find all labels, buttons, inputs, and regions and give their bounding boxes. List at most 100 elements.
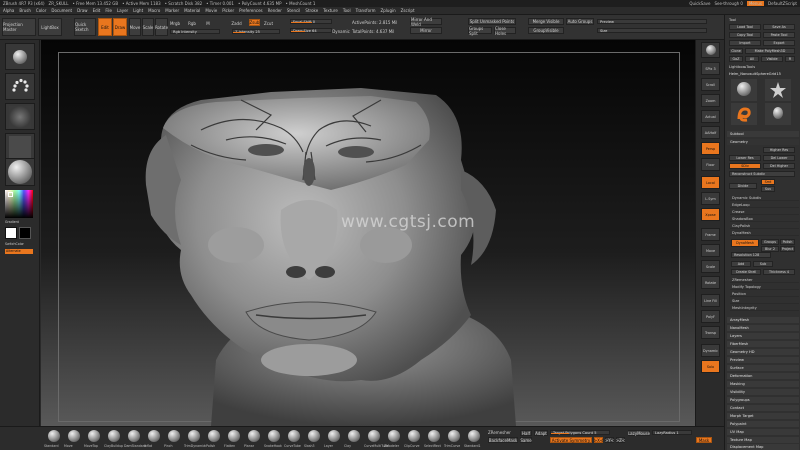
goz-button[interactable]: GoZ	[729, 56, 743, 62]
import-button[interactable]: Import	[729, 40, 761, 46]
split-unmasked-button[interactable]: Split Unmasked Points	[468, 18, 516, 25]
menu-draw[interactable]: Draw	[77, 8, 87, 13]
lazy-radius-slider[interactable]: LazyRadius 1	[652, 430, 692, 435]
brush-16-icon[interactable]	[368, 430, 380, 442]
brush-14-icon[interactable]	[328, 430, 340, 442]
displacement-map-section[interactable]: Displacement Map	[727, 444, 799, 450]
m-button[interactable]: M	[205, 20, 211, 26]
brush-4-icon[interactable]	[128, 430, 140, 442]
sub-button[interactable]: Sub	[753, 261, 773, 267]
canvas-viewport[interactable]: www.cgtsj.com	[41, 40, 695, 426]
lazy-mouse-button[interactable]: LazyMouse	[628, 430, 650, 436]
menu-picker[interactable]: Picker	[222, 8, 234, 13]
divide-button[interactable]: Divide	[729, 183, 757, 189]
brush-9-icon[interactable]	[228, 430, 240, 442]
menu-marker[interactable]: Marker	[165, 8, 179, 13]
sym-x-toggle[interactable]: >X<	[594, 437, 603, 443]
sdiv-slider[interactable]: SDiv	[729, 163, 761, 169]
dynamic-toggle[interactable]: Dynamic	[332, 28, 350, 34]
menu-stroke[interactable]: Stroke	[305, 8, 318, 13]
actual-button[interactable]: Actual	[701, 110, 720, 123]
tool-palette-title[interactable]: Tool	[729, 17, 736, 23]
scroll-button[interactable]: Scroll	[701, 78, 720, 91]
brush-6-icon[interactable]	[168, 430, 180, 442]
mask-button[interactable]: Mask	[696, 437, 712, 443]
polyf-button[interactable]: PolyF	[701, 310, 720, 323]
brush-20-icon[interactable]	[448, 430, 460, 442]
contact-section[interactable]: Contact	[727, 405, 799, 411]
close-holes-button[interactable]: Close Holes	[494, 26, 516, 36]
add-button[interactable]: Add	[731, 261, 751, 267]
paste-tool-button[interactable]: Paste Tool	[763, 32, 795, 38]
masking-section[interactable]: Masking	[727, 381, 799, 387]
move-mode-button[interactable]: Move	[129, 18, 141, 36]
alternate-button[interactable]: Alternate	[5, 249, 33, 254]
create-shell-button[interactable]: Create Shell	[731, 269, 761, 275]
menu-file[interactable]: File	[105, 8, 112, 13]
brush-21-icon[interactable]	[468, 430, 480, 442]
claypolish-section[interactable]: ClayPolish	[730, 223, 799, 229]
solo-button[interactable]: Solo	[701, 360, 720, 373]
tool-thumb-figure[interactable]	[765, 103, 791, 125]
transp-button[interactable]: Transp	[701, 326, 720, 339]
lightbox-button[interactable]: LightBox	[38, 18, 62, 36]
half-button[interactable]: Half	[520, 430, 532, 436]
export-button[interactable]: Export	[763, 40, 795, 46]
menu-layer[interactable]: Layer	[117, 8, 128, 13]
menu-material[interactable]: Material	[184, 8, 200, 13]
zcut-button[interactable]: Zcut	[264, 20, 273, 26]
brush-10-icon[interactable]	[248, 430, 260, 442]
gradient-label[interactable]: Gradient	[5, 220, 33, 224]
texture-thumbnail[interactable]	[5, 133, 35, 160]
brush-2-icon[interactable]	[88, 430, 100, 442]
local-button[interactable]: Local	[701, 176, 720, 189]
menu-brush[interactable]: Brush	[19, 8, 31, 13]
menu-texture[interactable]: Texture	[323, 8, 338, 13]
visible-button[interactable]: Visible	[761, 56, 783, 62]
layers-section[interactable]: Layers	[727, 333, 799, 339]
brush-thumbnail[interactable]	[5, 43, 35, 70]
copy-tool-button[interactable]: Copy Tool	[729, 32, 761, 38]
menu-zplugin[interactable]: Zplugin	[381, 8, 396, 13]
brush-0-icon[interactable]	[48, 430, 60, 442]
load-tool-button[interactable]: Load Tool	[729, 24, 761, 30]
shadowbox-section[interactable]: ShadowBox	[730, 216, 799, 222]
menu-preferences[interactable]: Preferences	[239, 8, 263, 13]
dynamesh-button[interactable]: DynaMesh	[731, 239, 759, 247]
preview-section[interactable]: Preview	[727, 357, 799, 363]
floor-button[interactable]: Floor	[701, 158, 720, 171]
lower-res-button[interactable]: Lower Res	[729, 155, 761, 161]
adapt-button[interactable]: Adapt	[534, 430, 548, 436]
brush-3-icon[interactable]	[108, 430, 120, 442]
focal-shift-slider[interactable]: Focal Shift 0	[290, 19, 332, 24]
xpose-button[interactable]: Xpose	[701, 208, 720, 221]
scale-mode-button[interactable]: Scale	[142, 18, 154, 36]
all-button[interactable]: All	[745, 56, 759, 62]
menu-render[interactable]: Render	[268, 8, 282, 13]
brush-19-icon[interactable]	[428, 430, 440, 442]
brush-17-icon[interactable]	[388, 430, 400, 442]
brush-7-icon[interactable]	[188, 430, 200, 442]
suv-toggle[interactable]: Suv	[761, 186, 775, 192]
scale-button[interactable]: Scale	[701, 260, 720, 273]
sym-z-toggle[interactable]: >Z<	[616, 437, 625, 443]
zoom-button[interactable]: Zoom	[701, 94, 720, 107]
groups-toggle[interactable]: Groups	[761, 239, 779, 245]
sym-y-toggle[interactable]: >Y<	[605, 437, 614, 443]
dynamic-button[interactable]: Dynamic	[701, 344, 720, 357]
brush-5-icon[interactable]	[148, 430, 160, 442]
menu-tool[interactable]: Tool	[343, 8, 351, 13]
menu-zscript[interactable]: Zscript	[401, 8, 415, 13]
save-as-button[interactable]: Save As	[763, 24, 795, 30]
polygroups-section[interactable]: Polygroups	[727, 397, 799, 403]
tool-thumb-simplebrush[interactable]	[731, 103, 757, 125]
dynamesh-section[interactable]: DynaMesh	[730, 230, 799, 236]
sculpt-model[interactable]	[41, 40, 695, 426]
mrgb-button[interactable]: Mrgb	[170, 20, 180, 26]
groups-split-button[interactable]: Groups Split	[468, 26, 492, 36]
r-button[interactable]: R	[785, 56, 795, 62]
material-thumbnail[interactable]	[5, 158, 35, 186]
surface-section[interactable]: Surface	[727, 365, 799, 371]
brush-1-icon[interactable]	[68, 430, 80, 442]
preview-slider[interactable]: Preview	[597, 19, 707, 24]
